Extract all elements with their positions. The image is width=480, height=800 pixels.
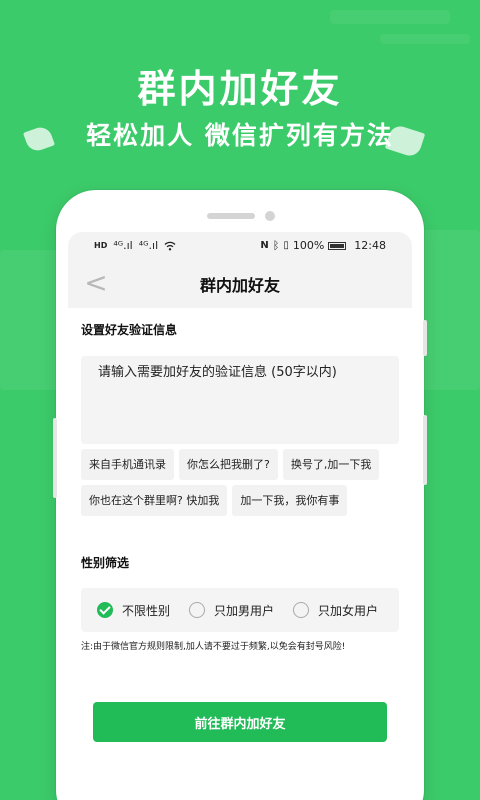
radio-unchecked-icon	[293, 602, 310, 618]
gender-filter-group: 不限性别 只加男用户 只加女用户	[81, 588, 399, 632]
phone-screen: HD ⁴ᴳ.ıl ⁴ᴳ.ıl N ᛒ ▯ 100% 12:48 < 群内加好友	[68, 232, 412, 800]
phone-frame: HD ⁴ᴳ.ıl ⁴ᴳ.ıl N ᛒ ▯ 100% 12:48 < 群内加好友	[53, 190, 427, 800]
page-title: 群内加好友	[199, 276, 280, 295]
gender-option-label: 不限性别	[122, 603, 171, 618]
navigation-bar: < 群内加好友	[68, 260, 412, 308]
back-button[interactable]: <	[82, 269, 110, 298]
wifi-icon	[164, 241, 176, 250]
form-content: 设置好友验证信息 请输入需要加好友的验证信息 (50字以内) 来自手机通讯录 你…	[68, 321, 412, 742]
warning-note: 注:由于微信官方规则限制,加人请不要过于频繁,以免会有封号风险!	[81, 642, 346, 652]
gender-option-label: 只加男用户	[214, 603, 275, 618]
radio-checked-icon	[97, 602, 113, 618]
vibrate-icon: ▯	[283, 240, 289, 251]
gender-option-any[interactable]: 不限性别	[97, 602, 170, 619]
quick-message-chip[interactable]: 换号了,加一下我	[282, 449, 380, 480]
radio-unchecked-icon	[189, 602, 206, 618]
phone-speaker	[207, 213, 255, 219]
signal-icon: ⁴ᴳ.ıl	[113, 239, 133, 252]
nfc-icon: N	[260, 240, 269, 251]
status-left: HD ⁴ᴳ.ıl ⁴ᴳ.ıl	[94, 239, 176, 252]
bluetooth-icon: ᛒ	[272, 239, 280, 252]
gender-option-male[interactable]: 只加男用户	[189, 602, 274, 619]
phone-camera	[265, 211, 275, 221]
banner-title: 群内加好友	[137, 67, 343, 111]
quick-message-chip[interactable]: 你怎么把我删了?	[179, 449, 278, 480]
gender-option-label: 只加女用户	[318, 603, 379, 618]
status-bar: HD ⁴ᴳ.ıl ⁴ᴳ.ıl N ᛒ ▯ 100% 12:48	[68, 232, 412, 260]
battery-icon	[328, 241, 347, 250]
quick-message-chip[interactable]: 你也在这个群里啊? 快加我	[81, 485, 228, 516]
phone-side-button	[53, 418, 57, 498]
quick-message-chip[interactable]: 加一下我，我你有事	[232, 485, 348, 516]
quick-message-chips: 来自手机通讯录 你怎么把我删了? 换号了,加一下我 你也在这个群里啊? 快加我 …	[81, 449, 399, 516]
status-right: N ᛒ ▯ 100% 12:48	[260, 239, 386, 252]
phone-side-button	[423, 320, 427, 356]
battery-percent: 100%	[292, 239, 325, 252]
gender-option-female[interactable]: 只加女用户	[293, 602, 378, 619]
gender-section-title: 性别筛选	[81, 556, 130, 570]
hd-icon: HD	[94, 241, 108, 250]
status-time: 12:48	[354, 239, 386, 252]
phone-side-button	[423, 415, 427, 485]
go-add-friends-button[interactable]: 前往群内加好友	[93, 702, 387, 742]
verify-message-input[interactable]: 请输入需要加好友的验证信息 (50字以内)	[81, 356, 399, 444]
verify-section-title: 设置好友验证信息	[81, 323, 178, 337]
banner-subtitle: 轻松加人 微信扩列有方法	[86, 121, 394, 150]
signal-icon: ⁴ᴳ.ıl	[138, 239, 159, 252]
quick-message-chip[interactable]: 来自手机通讯录	[81, 449, 174, 480]
